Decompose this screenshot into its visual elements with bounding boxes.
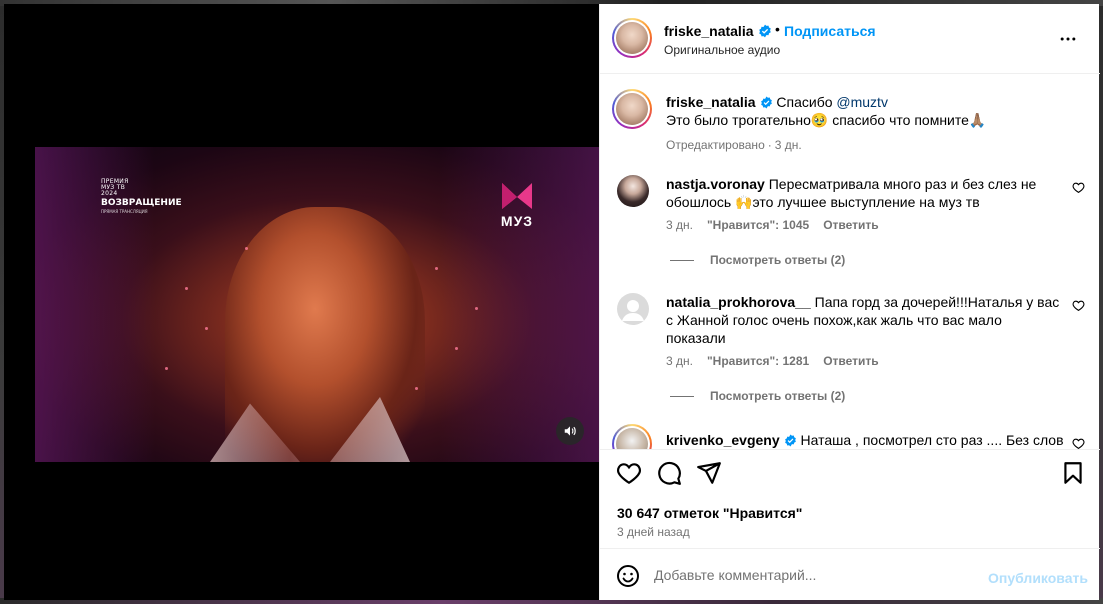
comment-likes[interactable]: "Нравится": 1281 <box>707 354 809 368</box>
add-comment-bar: Опубликовать <box>600 548 1100 600</box>
muz-logo-text: МУЗ <box>500 213 534 229</box>
post-details-panel: friske_natalia • Подписаться Оригинально… <box>599 4 1100 600</box>
view-replies-label[interactable]: Посмотреть ответы (2) <box>710 389 845 403</box>
post-date[interactable]: 3 дней назад <box>617 525 690 539</box>
muz-tv-logo: МУЗ <box>497 181 537 229</box>
comment-username[interactable]: natalia_prokhorova__ <box>666 294 811 310</box>
heart-icon <box>1072 438 1085 449</box>
sparkle <box>165 367 168 370</box>
heart-icon <box>1072 300 1085 312</box>
more-icon <box>1060 37 1076 41</box>
audio-link[interactable]: Оригинальное аудио <box>664 43 780 57</box>
publish-button[interactable]: Опубликовать <box>988 570 1088 586</box>
author-avatar[interactable] <box>612 18 652 58</box>
heart-icon <box>617 463 641 485</box>
speaker-icon <box>564 426 576 436</box>
caption-mention[interactable]: @muztv <box>836 94 888 110</box>
sparkle <box>415 387 418 390</box>
comment-likes[interactable]: "Нравится": 1045 <box>707 218 809 232</box>
comment-body: Наташа , посмотрел сто раз .... Без слов <box>800 432 1064 448</box>
comment-username[interactable]: krivenko_evgeny <box>666 432 780 448</box>
comment-icon <box>658 461 681 485</box>
reply-button[interactable]: Ответить <box>823 354 878 368</box>
caption-body: Спасибо <box>776 94 837 110</box>
author-username[interactable]: friske_natalia <box>664 23 754 39</box>
avatar-image <box>616 93 648 125</box>
award-overlay: ПРЕМИЯ МУЗ ТВ 2024 ВОЗВРАЩЕНИЕ ПРЯМАЯ ТР… <box>101 179 182 214</box>
caption-text: friske_natalia Спасибо @muztv Это было т… <box>666 93 1062 129</box>
video-player[interactable]: ПРЕМИЯ МУЗ ТВ 2024 ВОЗВРАЩЕНИЕ ПРЯМАЯ ТР… <box>35 147 599 462</box>
more-options-button[interactable] <box>1058 29 1078 54</box>
view-replies-button[interactable]: Посмотреть ответы (2) <box>670 389 845 403</box>
view-replies-label[interactable]: Посмотреть ответы (2) <box>710 253 845 267</box>
commenter-avatar[interactable] <box>612 424 652 449</box>
comment-input[interactable] <box>654 563 974 587</box>
post-actions: 30 647 отметок "Нравится" 3 дней назад <box>600 449 1100 549</box>
sparkle <box>435 267 438 270</box>
award-title: ВОЗВРАЩЕНИЕ <box>101 198 182 208</box>
sparkle <box>455 347 458 350</box>
view-replies-button[interactable]: Посмотреть ответы (2) <box>670 253 845 267</box>
verified-badge-icon <box>784 434 796 447</box>
comment-text: nastja.voronay Пересматривала много раз … <box>666 175 1062 211</box>
comment-like-button[interactable] <box>1072 299 1085 317</box>
avatar-image <box>616 22 648 54</box>
post-media[interactable]: ПРЕМИЯ МУЗ ТВ 2024 ВОЗВРАЩЕНИЕ ПРЯМАЯ ТР… <box>4 4 599 600</box>
replies-line <box>670 260 694 262</box>
comment-username[interactable]: nastja.voronay <box>666 176 765 192</box>
verified-badge-icon <box>760 96 772 109</box>
comment-meta: 3 дн. "Нравится": 1045 Ответить <box>666 218 893 232</box>
heart-icon <box>1072 182 1085 194</box>
comments-list[interactable]: friske_natalia Спасибо @muztv Это было т… <box>600 75 1100 449</box>
save-button[interactable] <box>1060 460 1086 491</box>
comment-text: natalia_prokhorova__ Папа горд за дочере… <box>666 293 1062 347</box>
default-avatar-icon <box>622 300 644 321</box>
sparkle <box>245 247 248 250</box>
send-icon <box>697 462 721 484</box>
follow-button[interactable]: Подписаться <box>784 23 876 39</box>
award-subtitle: ПРЯМАЯ ТРАНСЛЯЦИЯ <box>101 209 148 214</box>
sparkle <box>475 307 478 310</box>
bookmark-icon <box>1064 462 1082 484</box>
share-button[interactable] <box>696 460 722 491</box>
comment-button[interactable] <box>656 460 682 491</box>
comment-text: krivenko_evgeny Наташа , посмотрел сто р… <box>666 431 1064 449</box>
likes-count[interactable]: 30 647 отметок "Нравится" <box>617 505 802 521</box>
sparkle <box>205 327 208 330</box>
verified-badge-icon <box>758 24 771 38</box>
comment-time[interactable]: 3 дн. <box>666 218 693 232</box>
emoji-button[interactable] <box>616 564 640 593</box>
emoji-icon <box>617 565 639 587</box>
comment-like-button[interactable] <box>1072 181 1085 199</box>
mute-toggle-button[interactable] <box>556 417 584 445</box>
commenter-avatar[interactable] <box>617 175 649 207</box>
sparkle <box>185 287 188 290</box>
caption-line2: Это было трогательно🥹 спасибо что помнит… <box>666 112 987 128</box>
post-header: friske_natalia • Подписаться Оригинально… <box>600 4 1100 74</box>
caption-meta: Отредактировано · 3 дн. <box>666 138 816 152</box>
reply-button[interactable]: Ответить <box>823 218 878 232</box>
comment-meta: 3 дн. "Нравится": 1281 Ответить <box>666 354 893 368</box>
muz-logo-icon <box>502 183 532 209</box>
like-button[interactable] <box>616 460 642 491</box>
header-separator: • <box>775 21 780 37</box>
author-username-row[interactable]: friske_natalia <box>664 23 772 39</box>
replies-line <box>670 396 694 398</box>
caption-time[interactable]: 3 дн. <box>775 138 802 152</box>
avatar-image <box>616 428 648 449</box>
commenter-avatar[interactable] <box>617 293 649 325</box>
award-line3: 2024 <box>101 190 118 197</box>
comment-time[interactable]: 3 дн. <box>666 354 693 368</box>
meta-separator: · <box>767 138 772 152</box>
caption-avatar[interactable] <box>612 89 652 129</box>
caption-username[interactable]: friske_natalia <box>666 94 756 110</box>
comment-like-button[interactable] <box>1072 437 1085 449</box>
caption-edited: Отредактировано <box>666 138 765 152</box>
